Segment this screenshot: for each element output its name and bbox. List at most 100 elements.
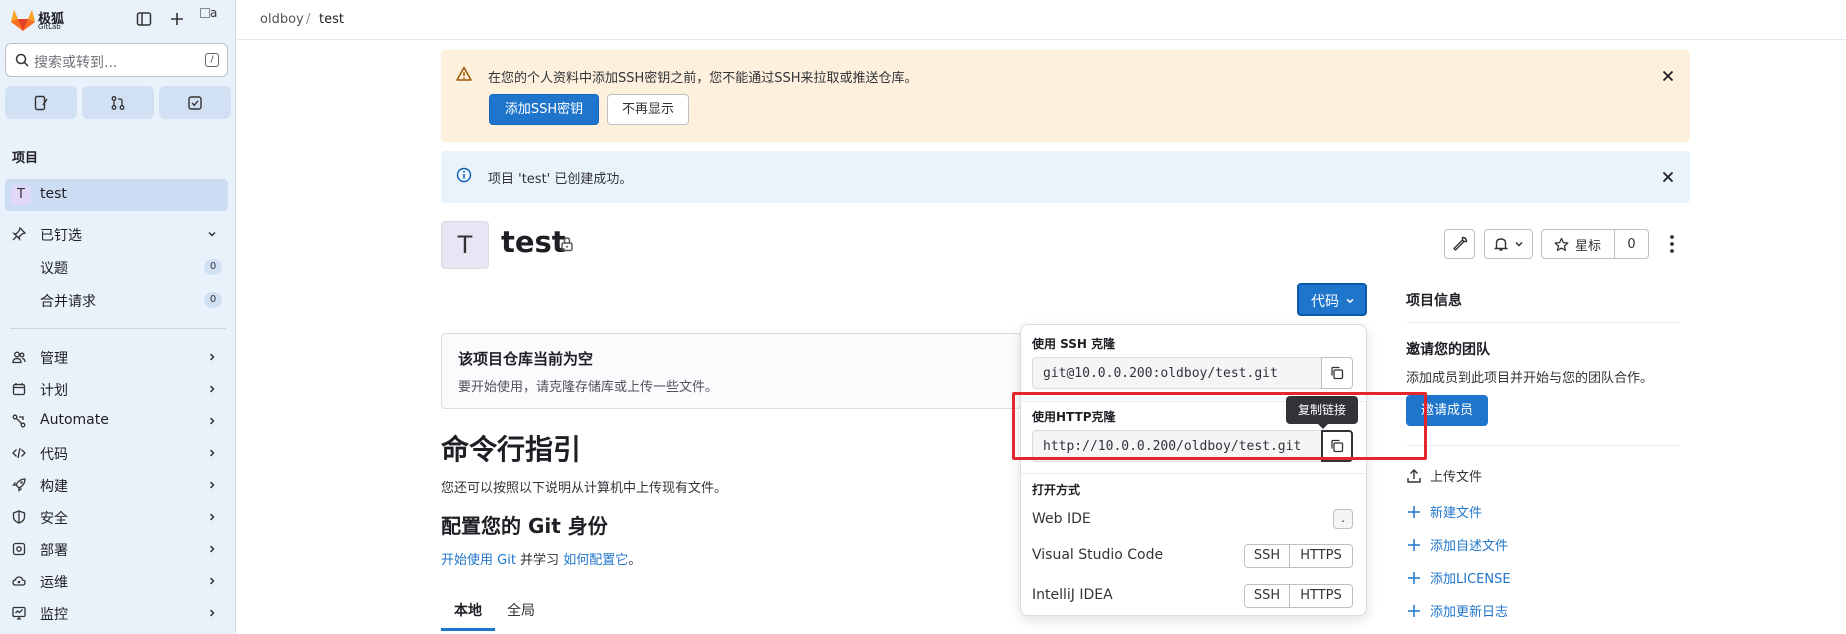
sidebar-issues-label: 议题: [40, 261, 68, 277]
annotation-highlight-box: [1012, 392, 1427, 460]
avatar[interactable]: a: [200, 6, 226, 28]
sidebar-item-monitor[interactable]: 监控: [5, 599, 228, 627]
git-help-connector: 并学习: [515, 553, 564, 568]
copy-link-tooltip: 复制链接: [1286, 396, 1358, 429]
ssh-clone-url: git@10.0.0.200:oldboy/test.git: [1043, 366, 1278, 381]
chevron-down-icon: [1514, 241, 1523, 247]
project-avatar: T: [11, 185, 31, 205]
chevron-right-icon: [209, 385, 215, 393]
deploy-icon: [12, 542, 26, 556]
notification-settings-button[interactable]: [1484, 229, 1533, 259]
sidebar-item-merge-requests[interactable]: 合并请求 0: [5, 286, 228, 314]
plus-icon: [1408, 572, 1420, 584]
intellij-ssh-button[interactable]: SSH: [1244, 584, 1290, 608]
tab-global[interactable]: 全局: [507, 600, 535, 620]
sidebar-item-automate[interactable]: Automate: [5, 407, 228, 435]
sidebar-code-label: 代码: [40, 447, 68, 463]
dont-show-again-button[interactable]: 不再显示: [607, 94, 689, 125]
ssh-clone-url-field[interactable]: git@10.0.0.200:oldboy/test.git: [1032, 357, 1322, 389]
vscode-https-button[interactable]: HTTPS: [1289, 544, 1353, 568]
users-icon: [12, 351, 26, 364]
sidebar-item-project[interactable]: T test: [5, 179, 228, 211]
automate-icon: [12, 414, 26, 428]
sidebar-item-manage[interactable]: 管理: [5, 343, 228, 371]
close-icon[interactable]: [1660, 68, 1676, 84]
project-avatar-large: T: [441, 221, 489, 269]
gitlab-logo[interactable]: 极狐 GitLab: [8, 4, 70, 34]
sidebar-plan-label: 计划: [40, 383, 68, 399]
sidebar-item-pinned[interactable]: 已钉选: [5, 220, 228, 248]
how-to-configure-link[interactable]: 如何配置它: [563, 553, 628, 568]
add-ssh-key-button[interactable]: 添加SSH密钥: [489, 94, 599, 125]
issues-icon: [34, 95, 48, 110]
vscode-option-label: Visual Studio Code: [1032, 547, 1164, 563]
mr-count-badge: 0: [204, 292, 222, 308]
get-started-git-link[interactable]: 开始使用 Git: [441, 553, 516, 568]
breadcrumb-group-link[interactable]: oldboy: [260, 12, 304, 27]
right-panel-divider: [1406, 445, 1680, 446]
breadcrumb-separator: /: [306, 12, 311, 27]
plus-icon: [171, 13, 183, 25]
sidebar-mr-label: 合并请求: [40, 294, 96, 310]
sidebar-toggle-button[interactable]: [133, 8, 155, 30]
sidebar-divider: [10, 328, 226, 329]
active-tab-indicator: [441, 628, 495, 631]
avatar-alt-text: a: [210, 6, 218, 20]
shield-icon: [12, 510, 26, 524]
merge-requests-quick-button[interactable]: [82, 86, 154, 119]
todos-quick-button[interactable]: [159, 86, 231, 119]
sidebar-item-build[interactable]: 构建: [5, 471, 228, 499]
ssh-key-warning-alert: 在您的个人资料中添加SSH密钥之前，您不能通过SSH来拉取或推送仓库。 添加SS…: [441, 50, 1690, 142]
copy-ssh-url-button[interactable]: [1321, 357, 1353, 389]
invite-team-subtitle: 添加成员到此项目并开始与您的团队合作。: [1406, 371, 1654, 386]
upload-icon: [1407, 469, 1421, 483]
issues-quick-button[interactable]: [5, 86, 77, 119]
wrench-icon: [1452, 236, 1467, 251]
plus-icon: [1408, 539, 1420, 551]
sidebar-item-plan[interactable]: 计划: [5, 375, 228, 403]
code-dropdown-button[interactable]: 代码: [1297, 283, 1367, 316]
invite-team-title: 邀请您的团队: [1406, 342, 1490, 358]
search-placeholder: 搜索或转到...: [34, 55, 118, 71]
web-ide-option[interactable]: Web IDE: [1032, 511, 1091, 527]
planning-icon: [12, 383, 26, 396]
chevron-right-icon: [209, 609, 215, 617]
lock-icon: [561, 237, 573, 252]
project-settings-button[interactable]: [1444, 229, 1475, 259]
todo-check-icon: [188, 95, 202, 110]
vscode-ssh-button[interactable]: SSH: [1244, 544, 1290, 568]
create-new-button[interactable]: [166, 8, 188, 30]
git-help-links: 开始使用 Git 并学习 如何配置它。: [441, 549, 641, 568]
intellij-https-button[interactable]: HTTPS: [1289, 584, 1353, 608]
intellij-option-label: IntelliJ IDEA: [1032, 587, 1113, 603]
tab-local[interactable]: 本地: [454, 600, 482, 620]
star-button[interactable]: 星标: [1541, 229, 1615, 259]
cloud-gear-icon: [12, 576, 26, 586]
more-actions-icon[interactable]: [1664, 233, 1680, 255]
search-icon: [15, 53, 29, 67]
star-count[interactable]: 0: [1614, 229, 1649, 259]
sidebar-item-deploy[interactable]: 部署: [5, 535, 228, 563]
warning-icon: [456, 66, 472, 81]
sidebar-item-security[interactable]: 安全: [5, 503, 228, 531]
close-icon[interactable]: [1660, 169, 1676, 185]
empty-repo-title: 该项目仓库当前为空: [458, 350, 594, 368]
search-input[interactable]: 搜索或转到... /: [5, 43, 228, 77]
plus-icon: [1408, 506, 1420, 518]
breadcrumb-project-link[interactable]: test: [319, 12, 344, 27]
upload-file-label: 上传文件: [1430, 470, 1483, 485]
info-icon: [456, 167, 472, 183]
sidebar-item-operate[interactable]: 运维: [5, 567, 228, 595]
sidebar-operate-label: 运维: [40, 575, 68, 591]
code-icon: [12, 447, 26, 459]
right-panel-divider: [1406, 322, 1680, 323]
web-ide-shortcut-key: .: [1333, 509, 1353, 529]
code-button-label: 代码: [1311, 294, 1339, 310]
chevron-right-icon: [209, 353, 215, 361]
sidebar-item-code[interactable]: 代码: [5, 439, 228, 467]
page-title: test: [501, 225, 566, 259]
sidebar-item-issues[interactable]: 议题 0: [5, 253, 228, 281]
project-created-text: 项目 'test' 已创建成功。: [488, 172, 633, 187]
project-created-alert: 项目 'test' 已创建成功。: [441, 151, 1690, 203]
chevron-right-icon: [209, 545, 215, 553]
